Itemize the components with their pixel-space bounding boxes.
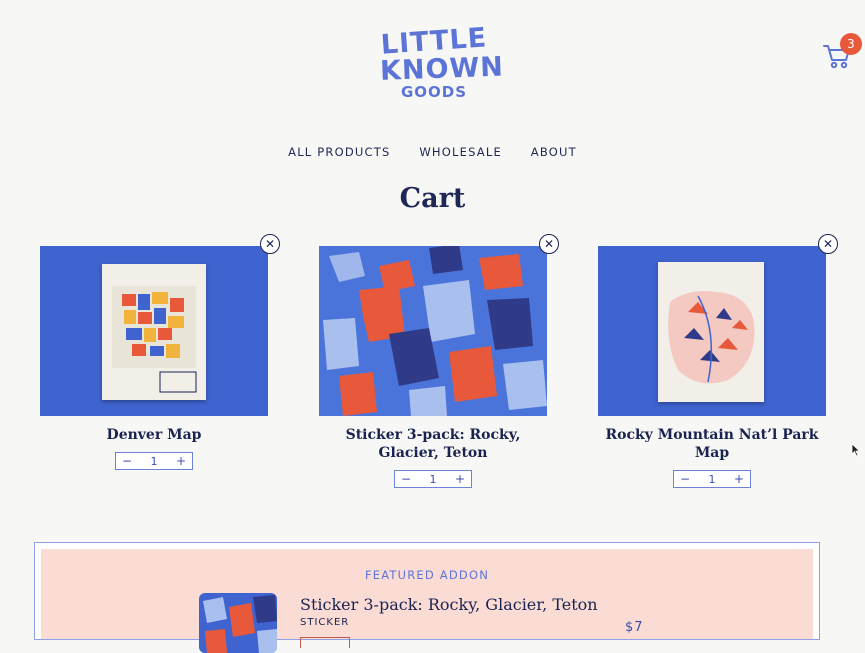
nav-about[interactable]: ABOUT xyxy=(531,145,577,159)
remove-item-button[interactable]: ✕ xyxy=(260,234,280,254)
cart-item: ✕ Sticker 3-pack: Rocky, Glacier, Teton … xyxy=(319,234,559,488)
quantity-value[interactable]: 1 xyxy=(709,473,716,486)
mouse-cursor-icon xyxy=(851,443,861,457)
nav-all-products[interactable]: ALL PRODUCTS xyxy=(288,145,390,159)
addon-background: FEATURED ADDON Sticker 3-pack: Rocky, Gl… xyxy=(41,549,813,653)
decrement-button[interactable]: − xyxy=(122,454,132,468)
quantity-value[interactable]: 1 xyxy=(430,473,437,486)
quantity-value[interactable]: 1 xyxy=(151,455,158,468)
increment-button[interactable]: + xyxy=(455,472,465,486)
sticker-pack-illustration xyxy=(323,246,547,416)
product-name[interactable]: Sticker 3-pack: Rocky, Glacier, Teton xyxy=(319,426,547,462)
product-image[interactable] xyxy=(598,246,826,416)
product-image[interactable] xyxy=(319,246,547,416)
product-name[interactable]: Denver Map xyxy=(40,426,268,444)
rocky-mountain-map-illustration xyxy=(668,291,755,384)
quantity-stepper: − 1 + xyxy=(673,470,751,488)
decrement-button[interactable]: − xyxy=(401,472,411,486)
increment-button[interactable]: + xyxy=(176,454,186,468)
nav-wholesale[interactable]: WHOLESALE xyxy=(419,145,502,159)
decrement-button[interactable]: − xyxy=(680,472,690,486)
brand-logo[interactable]: LITTLE KNOWN GOODS xyxy=(379,22,505,116)
addon-product-name[interactable]: Sticker 3-pack: Rocky, Glacier, Teton xyxy=(300,595,598,614)
quantity-stepper: − 1 + xyxy=(115,452,193,470)
logo-line-2: KNOWN xyxy=(379,51,505,87)
increment-button[interactable]: + xyxy=(734,472,744,486)
product-name[interactable]: Rocky Mountain Nat’l Park Map xyxy=(598,426,826,462)
map-poster xyxy=(102,264,206,400)
featured-addon-panel: FEATURED ADDON Sticker 3-pack: Rocky, Gl… xyxy=(34,542,820,653)
add-addon-button[interactable] xyxy=(300,637,350,648)
denver-map-illustration xyxy=(112,286,197,393)
cart-item: ✕ Rocky Mountain Nat’l Park Map − 1 + xyxy=(598,234,838,488)
remove-item-button[interactable]: ✕ xyxy=(539,234,559,254)
cart-count-badge[interactable]: 3 xyxy=(840,33,862,55)
main-nav: ALL PRODUCTS WHOLESALE ABOUT xyxy=(0,145,865,159)
remove-item-button[interactable]: ✕ xyxy=(818,234,838,254)
product-image[interactable] xyxy=(40,246,268,416)
quantity-stepper: − 1 + xyxy=(394,470,472,488)
addon-category: STICKER xyxy=(300,617,350,628)
logo-line-3: GOODS xyxy=(400,83,468,101)
cart-item: ✕ Denver Map − 1 + xyxy=(40,234,280,470)
map-poster xyxy=(658,262,764,402)
addon-thumbnail[interactable] xyxy=(199,593,277,653)
addon-price: $7 xyxy=(625,620,644,635)
addon-sticker-image xyxy=(203,595,277,653)
page-title: Cart xyxy=(399,183,466,214)
addon-label: FEATURED ADDON xyxy=(364,568,490,582)
